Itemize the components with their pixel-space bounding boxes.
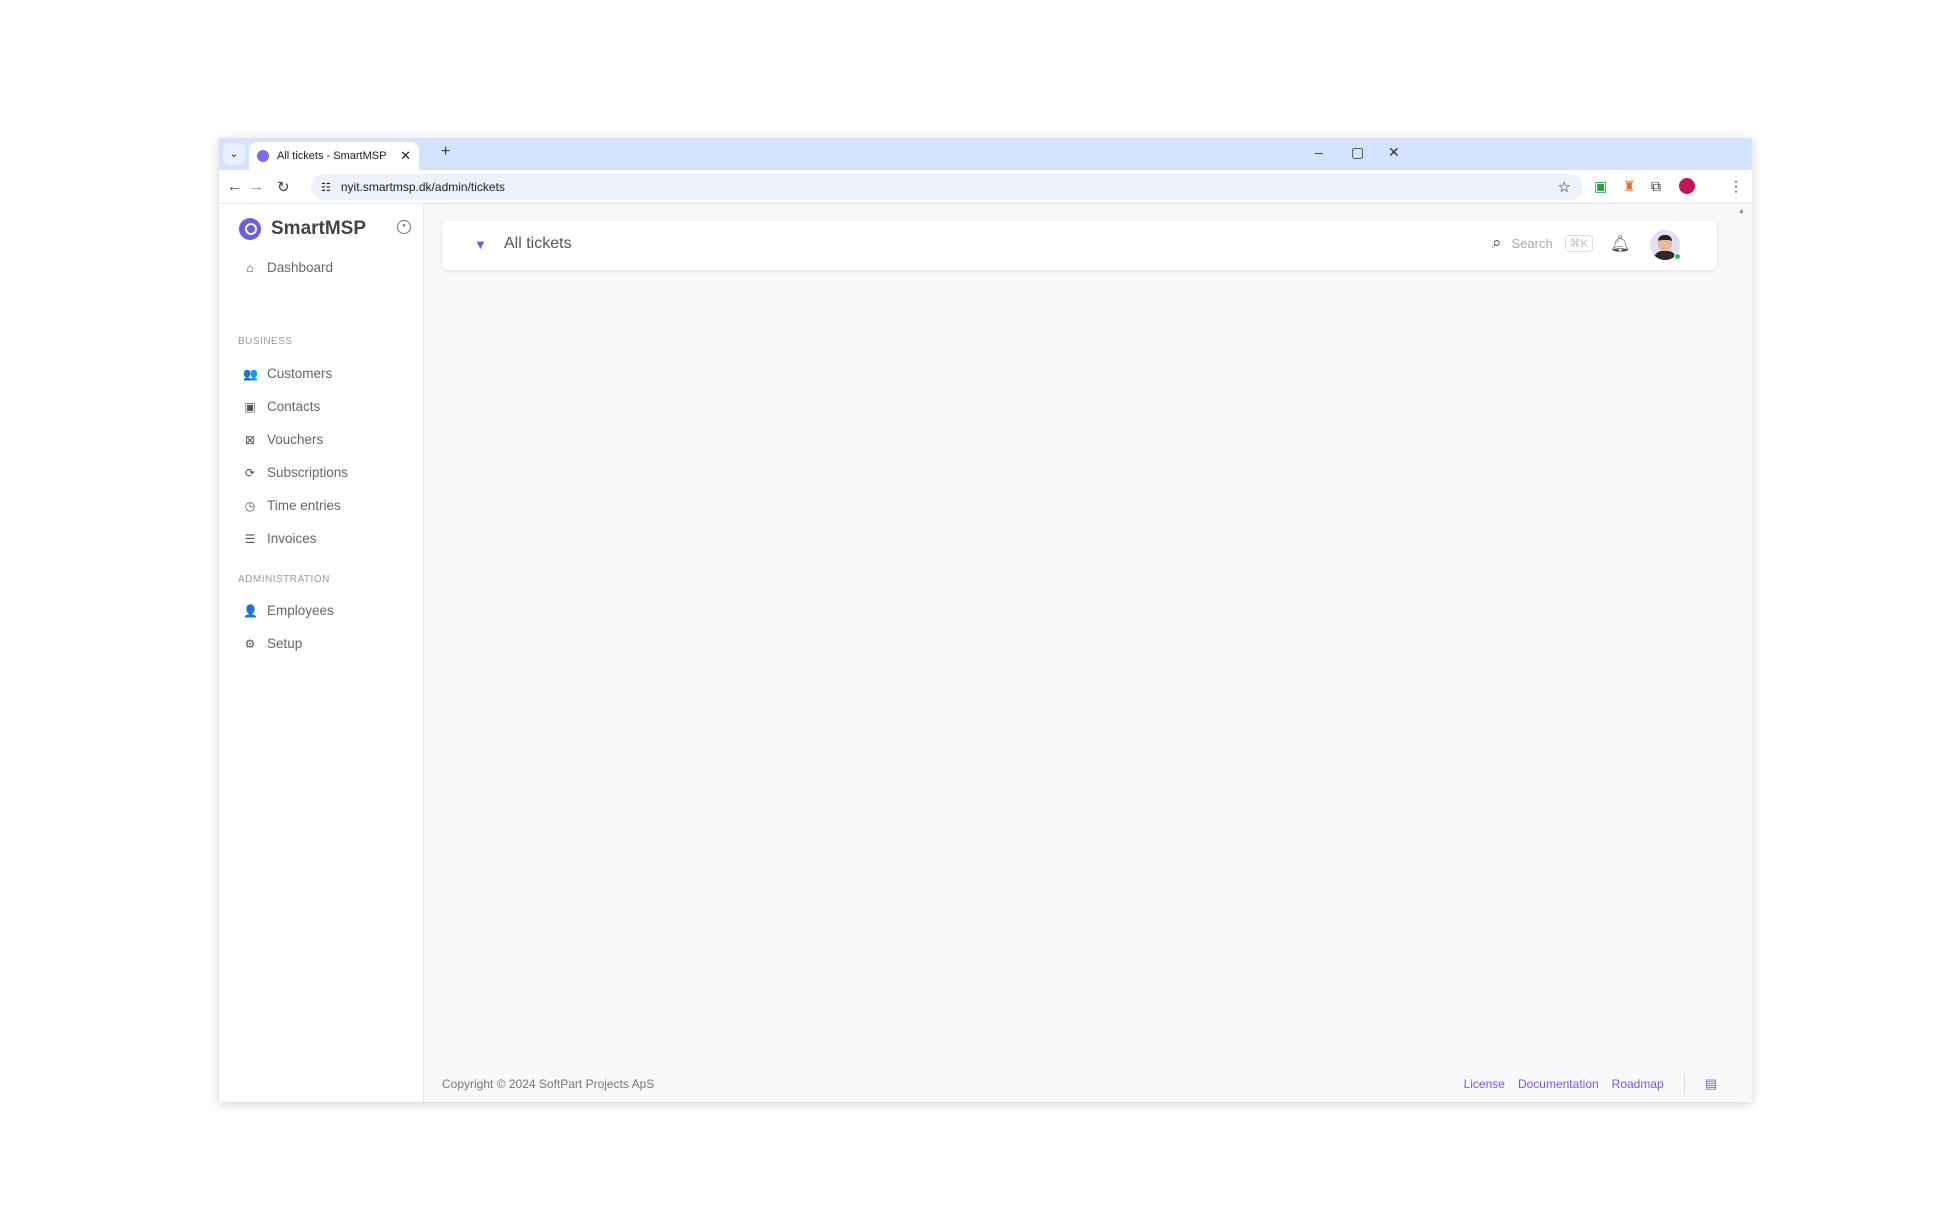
brand-logo[interactable]: SmartMSP [239,218,366,240]
sidebar-item-label: Dashboard [267,260,334,275]
search-placeholder: Search [1511,235,1553,251]
page-header: ▼ All tickets ⌕ Search ⌘K 🔔︎ [442,221,1717,270]
section-title: BUSINESS [238,336,293,347]
scrollbar[interactable]: ▲ [1738,208,1748,1102]
close-tab-icon[interactable]: ✕ [400,148,411,164]
document-list-icon: ☰ [244,531,256,546]
contact-card-icon: ▣ [244,399,256,414]
brand-name: SmartMSP [271,218,367,239]
sidebar-item-employees[interactable]: 👤 Employees [243,603,334,618]
roadmap-link[interactable]: Roadmap [1612,1077,1664,1091]
close-window-button[interactable]: ✕ [1388,144,1400,161]
sidebar-item-label: Invoices [267,531,317,546]
section-title: ADMINISTRATION [238,574,330,585]
sidebar-item-dashboard[interactable]: ⌂ Dashboard [243,260,333,275]
collapse-sidebar-icon[interactable]: ● [397,220,411,234]
favicon-icon [257,150,269,162]
reload-button[interactable]: ↻ [277,178,290,196]
sidebar-item-customers[interactable]: 👥 Customers [243,366,332,381]
browser-window: ⌄ All tickets - SmartMSP ✕ + – ▢ ✕ ← → ↻… [219,138,1752,1102]
browser-toolbar: ← → ↻ ☷ nyit.smartmsp.dk/admin/tickets ☆… [219,170,1752,204]
tab-search-button[interactable]: ⌄ [223,143,245,165]
profile-avatar[interactable] [1679,178,1695,194]
shortcut-badge: ⌘K [1564,234,1594,252]
extension-icon[interactable]: ▣ [1594,178,1607,195]
logo-icon [239,218,261,240]
copyright: Copyright © 2024 SoftPart Projects ApS [442,1077,655,1091]
sidebar-item-label: Contacts [267,399,321,414]
online-status-dot [1674,253,1681,260]
tab-bar: ⌄ All tickets - SmartMSP ✕ + – ▢ ✕ [219,138,1752,170]
sidebar-item-label: Setup [267,636,303,651]
ticket-icon: ⊠ [244,432,256,447]
minimize-button[interactable]: – [1315,144,1323,160]
bookmark-star-icon[interactable]: ☆ [1558,178,1571,196]
browser-tab[interactable]: All tickets - SmartMSP ✕ [249,142,419,170]
search-icon: ⌕ [1492,233,1502,252]
search-button[interactable]: ⌕ Search ⌘K [1492,233,1594,253]
sidebar: SmartMSP ● ⌂ Dashboard BUSINESS 👥 Customer… [219,204,424,1102]
documentation-link[interactable]: Documentation [1518,1077,1599,1091]
extensions-puzzle-icon[interactable]: ⧉ [1651,178,1661,195]
sidebar-item-vouchers[interactable]: ⊠ Vouchers [243,432,323,447]
sidebar-item-label: Customers [267,366,333,381]
clock-icon: ◷ [244,498,256,513]
tab-title: All tickets - SmartMSP [277,150,387,162]
new-tab-button[interactable]: + [441,143,450,161]
extension-icon[interactable]: ♜ [1623,178,1636,195]
bell-icon[interactable]: 🔔︎ [1610,234,1630,254]
home-icon: ⌂ [246,260,254,275]
sidebar-item-invoices[interactable]: ☰ Invoices [243,531,317,546]
sidebar-item-contacts[interactable]: ▣ Contacts [243,399,320,414]
menu-kebab-icon[interactable]: ⋮ [1729,178,1743,195]
maximize-button[interactable]: ▢ [1351,144,1364,161]
footer: Copyright © 2024 SoftPart Projects ApS L… [442,1074,1717,1094]
users-icon: 👥 [243,366,258,381]
gear-icon: ⚙ [244,636,256,651]
site-settings-icon[interactable]: ☷ [321,181,331,194]
license-link[interactable]: License [1464,1077,1505,1091]
user-icon: 👤 [243,603,258,618]
sidebar-item-label: Employees [267,603,334,618]
sidebar-item-label: Vouchers [267,432,324,447]
chat-feedback-icon[interactable]: ▤ [1705,1076,1717,1092]
address-bar[interactable]: ☷ nyit.smartmsp.dk/admin/tickets ☆ [311,174,1583,200]
forward-button[interactable]: → [249,178,264,195]
filter-icon[interactable]: ▼ [474,237,487,252]
refresh-icon: ⟳ [244,465,256,480]
sidebar-item-subscriptions[interactable]: ⟳ Subscriptions [243,465,348,480]
sidebar-item-time-entries[interactable]: ◷ Time entries [243,498,341,513]
page-title: All tickets [504,235,572,252]
sidebar-item-setup[interactable]: ⚙ Setup [243,636,303,651]
url-text: nyit.smartmsp.dk/admin/tickets [340,180,505,194]
sidebar-item-label: Subscriptions [267,465,349,480]
back-button[interactable]: ← [227,178,242,195]
sidebar-item-label: Time entries [267,498,341,513]
divider [1683,1074,1685,1094]
